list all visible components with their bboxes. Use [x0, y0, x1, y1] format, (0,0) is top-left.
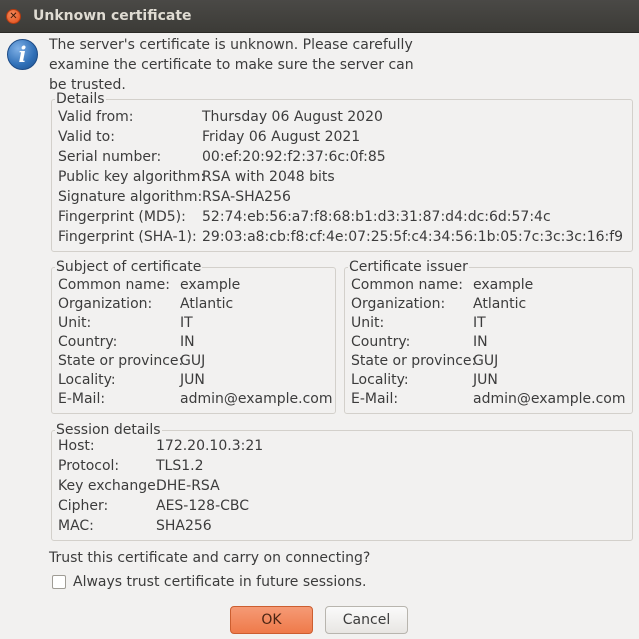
- details-row: Valid from: Thursday 06 August 2020: [58, 107, 628, 127]
- issuer-row: State or province: GUJ: [351, 351, 631, 371]
- always-trust-checkbox[interactable]: [52, 575, 66, 589]
- details-key: Fingerprint (MD5):: [58, 209, 186, 225]
- details-row: Fingerprint (MD5): 52:74:eb:56:a7:f8:68:b…: [58, 207, 628, 227]
- details-row: Fingerprint (SHA-1): 29:03:a8:cb:f8:cf:4e…: [58, 227, 628, 247]
- session-key: Key exchange:: [58, 478, 161, 494]
- issuer-row: Locality: JUN: [351, 370, 631, 390]
- subject-frame-label: Subject of certificate: [55, 258, 203, 276]
- issuer-row: E-Mail: admin@example.com: [351, 389, 631, 409]
- details-key: Serial number:: [58, 149, 162, 165]
- details-key: Public key algorithm:: [58, 169, 206, 185]
- session-value: SHA256: [156, 518, 212, 534]
- details-key: Fingerprint (SHA-1):: [58, 229, 197, 245]
- subject-key: Locality:: [58, 372, 116, 388]
- issuer-value: Atlantic: [473, 296, 527, 312]
- session-key: Cipher:: [58, 498, 109, 514]
- details-value: RSA-SHA256: [202, 189, 291, 205]
- issuer-value: admin@example.com: [473, 391, 626, 407]
- issuer-key: Country:: [351, 334, 411, 350]
- subject-value: IN: [180, 334, 195, 350]
- details-value: Thursday 06 August 2020: [202, 109, 383, 125]
- info-icon: i: [7, 39, 38, 70]
- title-bar: ✕ Unknown certificate: [0, 0, 639, 33]
- issuer-value: IT: [473, 315, 486, 331]
- session-frame: Session details Host: 172.20.10.3:21 Proto…: [51, 421, 633, 541]
- subject-row: State or province: GUJ: [58, 351, 333, 371]
- subject-row: E-Mail: admin@example.com: [58, 389, 333, 409]
- subject-row: Locality: JUN: [58, 370, 333, 390]
- subject-value: GUJ: [180, 353, 206, 369]
- issuer-row: Organization: Atlantic: [351, 294, 631, 314]
- issuer-key: Common name:: [351, 277, 463, 293]
- details-row: Signature algorithm: RSA-SHA256: [58, 187, 628, 207]
- session-value: AES-128-CBC: [156, 498, 250, 514]
- issuer-value: JUN: [473, 372, 498, 388]
- subject-value: IT: [180, 315, 193, 331]
- details-frame: Details Valid from: Thursday 06 August 20…: [51, 90, 633, 252]
- subject-key: E-Mail:: [58, 391, 106, 407]
- subject-row: Unit: IT: [58, 313, 333, 333]
- session-value: DHE-RSA: [156, 478, 220, 494]
- subject-key: Organization:: [58, 296, 153, 312]
- issuer-value: IN: [473, 334, 488, 350]
- subject-key: Common name:: [58, 277, 170, 293]
- issuer-value: example: [473, 277, 534, 293]
- details-key: Valid from:: [58, 109, 134, 125]
- warning-message: The server's certificate is unknown. Ple…: [49, 37, 414, 93]
- subject-value: admin@example.com: [180, 391, 333, 407]
- issuer-key: State or province:: [351, 353, 477, 369]
- issuer-key: Organization:: [351, 296, 446, 312]
- session-key: Protocol:: [58, 458, 120, 474]
- details-key: Signature algorithm:: [58, 189, 203, 205]
- subject-value: JUN: [180, 372, 205, 388]
- subject-frame: Subject of certificate Common name: examp…: [51, 258, 336, 414]
- close-icon[interactable]: ✕: [6, 9, 21, 24]
- subject-key: Country:: [58, 334, 118, 350]
- details-value: RSA with 2048 bits: [202, 169, 335, 185]
- session-value: 172.20.10.3:21: [156, 438, 264, 454]
- cancel-button[interactable]: Cancel: [325, 606, 408, 634]
- session-row: Cipher: AES-128-CBC: [58, 496, 628, 516]
- issuer-key: Locality:: [351, 372, 409, 388]
- details-value: 52:74:eb:56:a7:f8:68:b1:d3:31:87:d4:dc:6…: [202, 209, 551, 225]
- session-value: TLS1.2: [156, 458, 204, 474]
- subject-value: example: [180, 277, 241, 293]
- subject-value: Atlantic: [180, 296, 234, 312]
- issuer-row: Country: IN: [351, 332, 631, 352]
- session-row: MAC: SHA256: [58, 516, 628, 536]
- issuer-key: E-Mail:: [351, 391, 399, 407]
- issuer-frame: Certificate issuer Common name: example Or…: [344, 258, 633, 414]
- session-row: Host: 172.20.10.3:21: [58, 436, 628, 456]
- subject-key: Unit:: [58, 315, 92, 331]
- details-value: 00:ef:20:92:f2:37:6c:0f:85: [202, 149, 386, 165]
- issuer-value: GUJ: [473, 353, 499, 369]
- session-row: Protocol: TLS1.2: [58, 456, 628, 476]
- trust-question: Trust this certificate and carry on conn…: [49, 550, 371, 566]
- subject-row: Organization: Atlantic: [58, 294, 333, 314]
- details-value: 29:03:a8:cb:f8:cf:4e:07:25:5f:c4:34:56:1…: [202, 229, 624, 245]
- session-key: Host:: [58, 438, 95, 454]
- session-row: Key exchange: DHE-RSA: [58, 476, 628, 496]
- ok-button[interactable]: OK: [230, 606, 313, 634]
- details-key: Valid to:: [58, 129, 115, 145]
- issuer-frame-label: Certificate issuer: [348, 258, 469, 276]
- issuer-row: Common name: example: [351, 275, 631, 295]
- issuer-row: Unit: IT: [351, 313, 631, 333]
- subject-row: Common name: example: [58, 275, 333, 295]
- details-row: Public key algorithm: RSA with 2048 bits: [58, 167, 628, 187]
- issuer-key: Unit:: [351, 315, 385, 331]
- subject-key: State or province:: [58, 353, 184, 369]
- details-row: Serial number: 00:ef:20:92:f2:37:6c:0f:85: [58, 147, 628, 167]
- details-row: Valid to: Friday 06 August 2021: [58, 127, 628, 147]
- details-value: Friday 06 August 2021: [202, 129, 361, 145]
- session-key: MAC:: [58, 518, 94, 534]
- details-frame-label: Details: [55, 90, 106, 108]
- subject-row: Country: IN: [58, 332, 333, 352]
- always-trust-label[interactable]: Always trust certificate in future sessi…: [73, 572, 366, 592]
- window-title: Unknown certificate: [33, 8, 192, 24]
